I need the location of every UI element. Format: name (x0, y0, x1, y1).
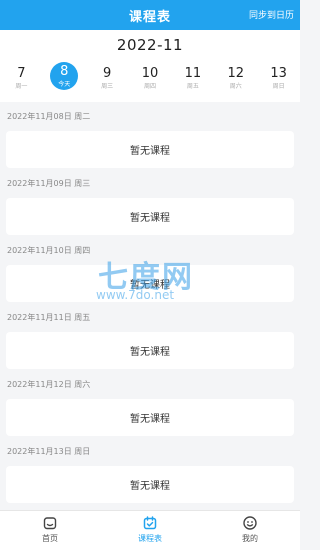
schedule-day-section: 2022年11月10日 周四 暂无课程 (0, 236, 300, 303)
tab-label: 首页 (42, 534, 58, 543)
sync-to-calendar-button[interactable]: 同步到日历 (249, 8, 294, 21)
empty-course-card[interactable]: 暂无课程 (6, 131, 294, 168)
day-number: 9 (103, 66, 112, 81)
weekday-label: 周一 (15, 83, 28, 90)
weekday-label: 周六 (229, 83, 242, 90)
empty-course-card[interactable]: 暂无课程 (6, 265, 294, 302)
day-item[interactable]: 11 周五 (171, 62, 214, 98)
day-item-today[interactable]: 8 今天 (43, 62, 86, 98)
day-number: 13 (270, 66, 287, 81)
schedule-day-section: 2022年11月08日 周二 暂无课程 (0, 102, 300, 169)
empty-course-card[interactable]: 暂无课程 (6, 332, 294, 369)
schedule-day-section: 2022年11月12日 周六 暂无课程 (0, 370, 300, 437)
section-date: 2022年11月13日 周日 (7, 447, 91, 456)
day-number: 10 (141, 66, 159, 81)
week-selector: 2022-11 7 周一 8 今天 9 周三 10 周四 11 周五 12 周六… (0, 30, 300, 102)
section-date: 2022年11月12日 周六 (7, 380, 91, 389)
day-strip: 7 周一 8 今天 9 周三 10 周四 11 周五 12 周六 13 周日 (0, 62, 300, 98)
weekday-label: 周日 (272, 83, 285, 90)
schedule-day-section: 2022年11月11日 周五 暂无课程 (0, 303, 300, 370)
day-number: 8 (60, 64, 69, 79)
tab-label: 我的 (242, 534, 258, 543)
day-item[interactable]: 12 周六 (214, 62, 257, 98)
weekday-label: 周四 (144, 83, 157, 90)
day-number: 12 (227, 66, 244, 81)
weekday-label: 周五 (186, 83, 199, 90)
tab-schedule[interactable]: 课程表 (100, 511, 200, 550)
bottom-tab-bar: 首页 课程表 我的 (0, 510, 300, 550)
section-date: 2022年11月08日 周二 (7, 112, 91, 121)
tab-label: 课程表 (138, 534, 162, 543)
section-date: 2022年11月09日 周三 (7, 179, 91, 188)
weekday-label: 今天 (58, 81, 71, 88)
day-item[interactable]: 10 周四 (129, 62, 172, 98)
weekday-label: 周三 (101, 83, 114, 90)
section-date: 2022年11月10日 周四 (7, 246, 91, 255)
day-item[interactable]: 13 周日 (257, 62, 300, 98)
tab-home[interactable]: 首页 (0, 511, 100, 550)
empty-course-card[interactable]: 暂无课程 (6, 399, 294, 436)
calendar-icon (143, 516, 157, 530)
home-icon (43, 517, 57, 530)
schedule-day-section: 2022年11月13日 周日 暂无课程 (0, 437, 300, 504)
section-date: 2022年11月11日 周五 (7, 313, 91, 322)
month-label: 2022-11 (116, 36, 184, 54)
empty-course-card[interactable]: 暂无课程 (6, 198, 294, 235)
schedule-day-section: 2022年11月09日 周三 暂无课程 (0, 169, 300, 236)
tab-profile[interactable]: 我的 (200, 511, 300, 550)
empty-course-card[interactable]: 暂无课程 (6, 466, 294, 503)
day-item[interactable]: 7 周一 (0, 62, 43, 98)
smiley-icon (243, 516, 257, 530)
day-item[interactable]: 9 周三 (86, 62, 129, 98)
app-header: 课程表 同步到日历 (0, 0, 300, 30)
day-number: 7 (17, 66, 26, 81)
day-number: 11 (184, 66, 202, 81)
schedule-list[interactable]: 2022年11月08日 周二 暂无课程 2022年11月09日 周三 暂无课程 … (0, 102, 300, 510)
page-title: 课程表 (128, 9, 171, 25)
